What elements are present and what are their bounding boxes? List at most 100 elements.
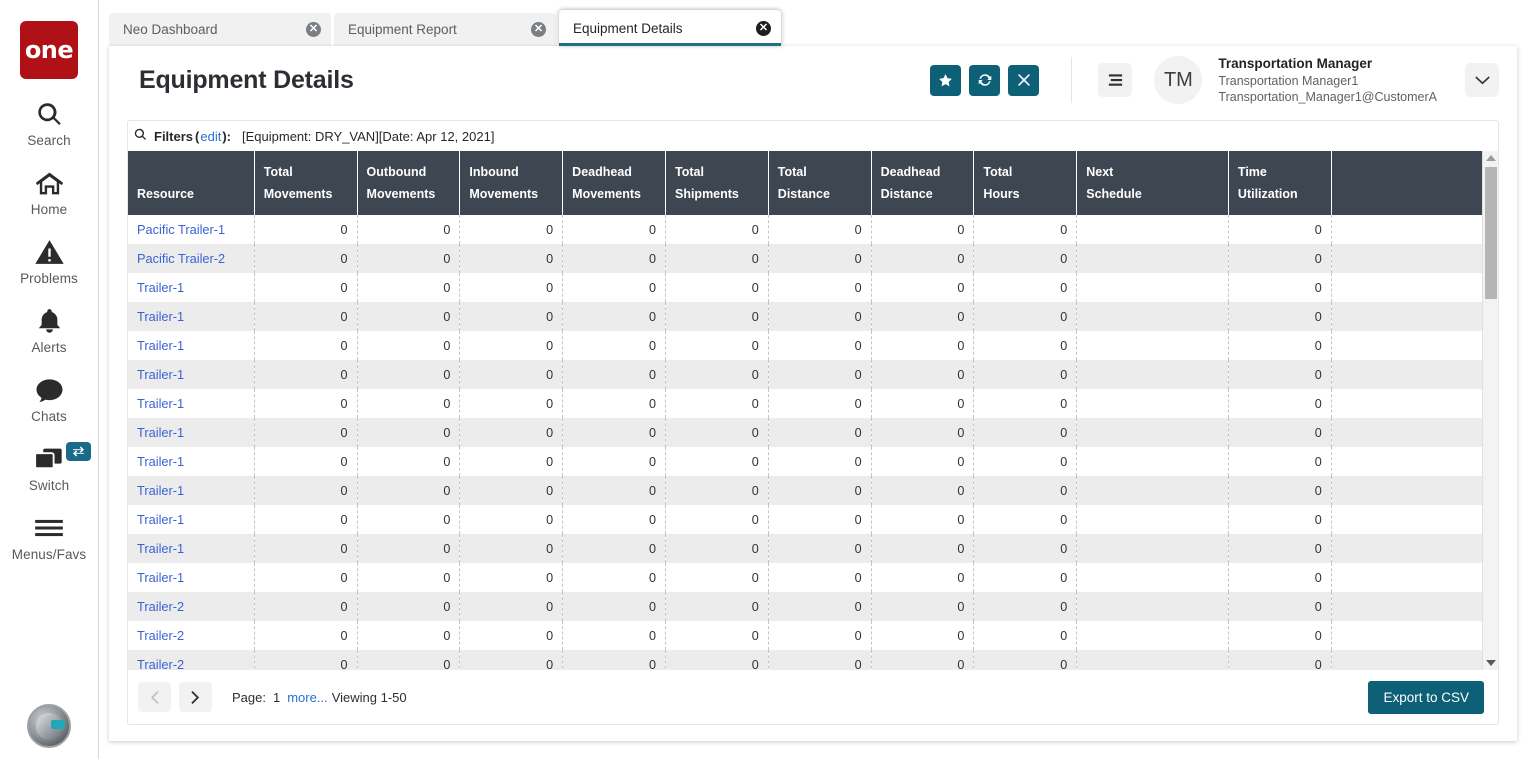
resource-link[interactable]: Trailer-1	[137, 570, 184, 585]
sidebar-item-menus-favs[interactable]: Menus/Favs	[0, 513, 99, 562]
close-icon[interactable]: ✕	[306, 22, 321, 37]
resource-link[interactable]: Trailer-2	[137, 628, 184, 643]
table-row[interactable]: Trailer-1000000000	[128, 476, 1482, 505]
column-header[interactable]: TotalDistance	[768, 151, 871, 215]
column-header-line1: Outbound	[367, 162, 451, 184]
column-header[interactable]: NextSchedule	[1077, 151, 1229, 215]
sidebar-item-home[interactable]: Home	[0, 168, 99, 217]
data-cell: 0	[974, 273, 1077, 302]
column-header[interactable]: TimeUtilization	[1228, 151, 1331, 215]
column-header[interactable]: InboundMovements	[460, 151, 563, 215]
column-header-line2: Movements	[572, 184, 656, 206]
sidebar-item-alerts[interactable]: Alerts	[0, 306, 99, 355]
data-cell: 0	[254, 215, 357, 244]
column-header[interactable]: OutboundMovements	[357, 151, 460, 215]
more-pages-link[interactable]: more...	[287, 690, 327, 705]
brand-logo[interactable]: one	[20, 21, 78, 79]
table-row[interactable]: Pacific Trailer-1000000000	[128, 215, 1482, 244]
table-row[interactable]: Trailer-1000000000	[128, 505, 1482, 534]
data-cell: 0	[768, 244, 871, 273]
data-cell: 0	[768, 505, 871, 534]
avatar[interactable]: TM	[1154, 56, 1202, 104]
scroll-down-arrow-icon[interactable]	[1483, 656, 1498, 670]
data-cell: 0	[768, 650, 871, 670]
table-row[interactable]: Trailer-2000000000	[128, 621, 1482, 650]
table-row[interactable]: Trailer-1000000000	[128, 389, 1482, 418]
data-cell	[1331, 389, 1482, 418]
resource-link[interactable]: Trailer-1	[137, 425, 184, 440]
data-cell: 0	[357, 273, 460, 302]
favorite-button[interactable]	[930, 65, 961, 96]
user-menu-chevron-down-icon[interactable]	[1465, 63, 1499, 97]
table-row[interactable]: Pacific Trailer-2000000000	[128, 244, 1482, 273]
resource-link[interactable]: Trailer-1	[137, 483, 184, 498]
column-header[interactable]: TotalShipments	[665, 151, 768, 215]
column-header[interactable]: TotalHours	[974, 151, 1077, 215]
data-cell: 0	[563, 331, 666, 360]
table-row[interactable]: Trailer-1000000000	[128, 418, 1482, 447]
prev-page-button[interactable]	[138, 682, 171, 712]
scrollbar-thumb[interactable]	[1485, 167, 1497, 299]
resource-link[interactable]: Pacific Trailer-2	[137, 251, 225, 266]
table-row[interactable]: Trailer-1000000000	[128, 563, 1482, 592]
close-button[interactable]	[1008, 65, 1039, 96]
column-header[interactable]: TotalMovements	[254, 151, 357, 215]
pagination-info: Page: 1 more... Viewing 1-50	[232, 690, 407, 705]
resource-link[interactable]: Pacific Trailer-1	[137, 222, 225, 237]
resource-link[interactable]: Trailer-1	[137, 309, 184, 324]
resource-link[interactable]: Trailer-2	[137, 657, 184, 670]
column-header[interactable]: DeadheadMovements	[563, 151, 666, 215]
resource-link[interactable]: Trailer-1	[137, 280, 184, 295]
sidebar-item-problems[interactable]: Problems	[0, 237, 99, 286]
tab-equipment-report[interactable]: Equipment Report ✕	[334, 13, 556, 46]
column-header[interactable]: Resource	[128, 151, 254, 215]
resource-link[interactable]: Trailer-2	[137, 599, 184, 614]
assistant-avatar-icon[interactable]	[27, 704, 71, 748]
refresh-button[interactable]	[969, 65, 1000, 96]
header-menu-button[interactable]	[1098, 63, 1132, 97]
data-cell: 0	[254, 331, 357, 360]
sidebar-item-switch[interactable]: Switch	[0, 444, 99, 493]
data-cell: 0	[768, 302, 871, 331]
scroll-up-arrow-icon[interactable]	[1483, 151, 1498, 165]
column-header[interactable]: DeadheadDistance	[871, 151, 974, 215]
resource-link[interactable]: Trailer-1	[137, 512, 184, 527]
table-row[interactable]: Trailer-1000000000	[128, 447, 1482, 476]
table-row[interactable]: Trailer-2000000000	[128, 592, 1482, 621]
table-row[interactable]: Trailer-1000000000	[128, 360, 1482, 389]
export-to-csv-button[interactable]: Export to CSV	[1368, 681, 1484, 714]
resource-link[interactable]: Trailer-1	[137, 338, 184, 353]
table-row[interactable]: Trailer-1000000000	[128, 302, 1482, 331]
resource-link[interactable]: Trailer-1	[137, 367, 184, 382]
table-scroll-region[interactable]: ResourceTotalMovementsOutboundMovementsI…	[128, 151, 1482, 670]
sidebar-item-chats[interactable]: Chats	[0, 375, 99, 424]
column-header-line1: Deadhead	[572, 162, 656, 184]
data-cell	[1331, 360, 1482, 389]
table-row[interactable]: Trailer-2000000000	[128, 650, 1482, 670]
filters-edit-link[interactable]: edit	[200, 129, 221, 144]
data-cell	[1077, 534, 1229, 563]
close-icon[interactable]: ✕	[531, 22, 546, 37]
equipment-details-table: ResourceTotalMovementsOutboundMovementsI…	[128, 151, 1482, 670]
resource-link[interactable]: Trailer-1	[137, 454, 184, 469]
user-info-block: Transportation Manager Transportation Ma…	[1218, 55, 1437, 104]
data-cell: 0	[563, 302, 666, 331]
data-cell: 0	[357, 360, 460, 389]
tab-equipment-details[interactable]: Equipment Details ✕	[559, 10, 781, 46]
column-header-line1: Time	[1238, 162, 1322, 184]
table-row[interactable]: Trailer-1000000000	[128, 534, 1482, 563]
column-header[interactable]	[1331, 151, 1482, 215]
table-row[interactable]: Trailer-1000000000	[128, 331, 1482, 360]
column-header-line1: Total	[983, 162, 1067, 184]
sidebar-item-search[interactable]: Search	[0, 99, 99, 148]
table-row[interactable]: Trailer-1000000000	[128, 273, 1482, 302]
resource-link[interactable]: Trailer-1	[137, 396, 184, 411]
data-cell: 0	[563, 476, 666, 505]
swap-arrows-icon[interactable]	[66, 442, 91, 461]
close-icon[interactable]: ✕	[756, 21, 771, 36]
next-page-button[interactable]	[179, 682, 212, 712]
resource-link[interactable]: Trailer-1	[137, 541, 184, 556]
data-cell: 0	[460, 505, 563, 534]
tab-neo-dashboard[interactable]: Neo Dashboard ✕	[109, 13, 331, 46]
table-vertical-scrollbar[interactable]	[1482, 151, 1498, 670]
